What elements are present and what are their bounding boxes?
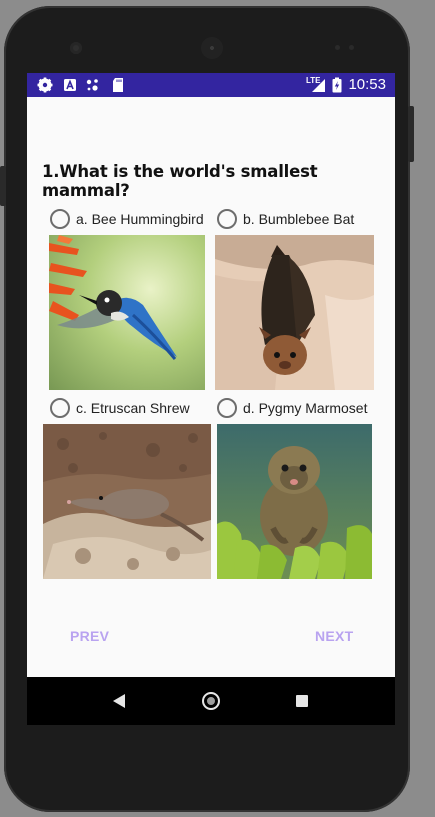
a-notification-icon xyxy=(64,79,76,91)
option-d-label: d. Pygmy Marmoset xyxy=(243,400,368,416)
question-text: 1.What is the world's smallest mammal? xyxy=(42,162,318,200)
signal-icon xyxy=(312,79,325,92)
back-icon[interactable] xyxy=(113,694,125,708)
clock: 10:53 xyxy=(348,76,386,93)
system-navigation-bar xyxy=(27,677,395,725)
speaker-grille xyxy=(201,37,223,59)
recent-apps-icon[interactable] xyxy=(296,695,308,707)
front-camera xyxy=(70,42,82,54)
radio-button-c[interactable] xyxy=(50,398,70,418)
radio-button-a[interactable] xyxy=(50,209,70,229)
power-button xyxy=(408,106,414,162)
option-c[interactable]: c. Etruscan Shrew xyxy=(50,396,190,420)
prev-button[interactable]: PREV xyxy=(70,628,109,644)
hummingbird-photo xyxy=(49,235,205,390)
battery-charging-icon xyxy=(332,77,342,93)
sensor xyxy=(335,45,340,50)
radio-button-d[interactable] xyxy=(217,398,237,418)
volume-button xyxy=(0,166,6,206)
sd-card-icon xyxy=(113,78,123,92)
marmoset-photo xyxy=(217,424,372,579)
shrew-photo xyxy=(43,424,211,579)
next-button[interactable]: NEXT xyxy=(315,628,354,644)
home-icon[interactable] xyxy=(202,692,220,710)
sensor xyxy=(349,45,354,50)
app-screen: LTE 10:53 1.What is the world's smallest… xyxy=(27,73,395,725)
option-c-label: c. Etruscan Shrew xyxy=(76,400,190,416)
dots-notification-icon xyxy=(86,79,98,91)
radio-button-b[interactable] xyxy=(217,209,237,229)
option-a[interactable]: a. Bee Hummingbird xyxy=(50,207,204,231)
option-d[interactable]: d. Pygmy Marmoset xyxy=(217,396,367,420)
option-b-label: b. Bumblebee Bat xyxy=(243,211,355,227)
option-b[interactable]: b. Bumblebee Bat xyxy=(217,207,354,231)
option-a-label: a. Bee Hummingbird xyxy=(76,211,204,227)
bat-photo xyxy=(215,235,374,390)
settings-gear-icon xyxy=(37,77,53,93)
status-bar: LTE 10:53 xyxy=(27,73,395,97)
phone-frame: LTE 10:53 1.What is the world's smallest… xyxy=(0,6,414,812)
